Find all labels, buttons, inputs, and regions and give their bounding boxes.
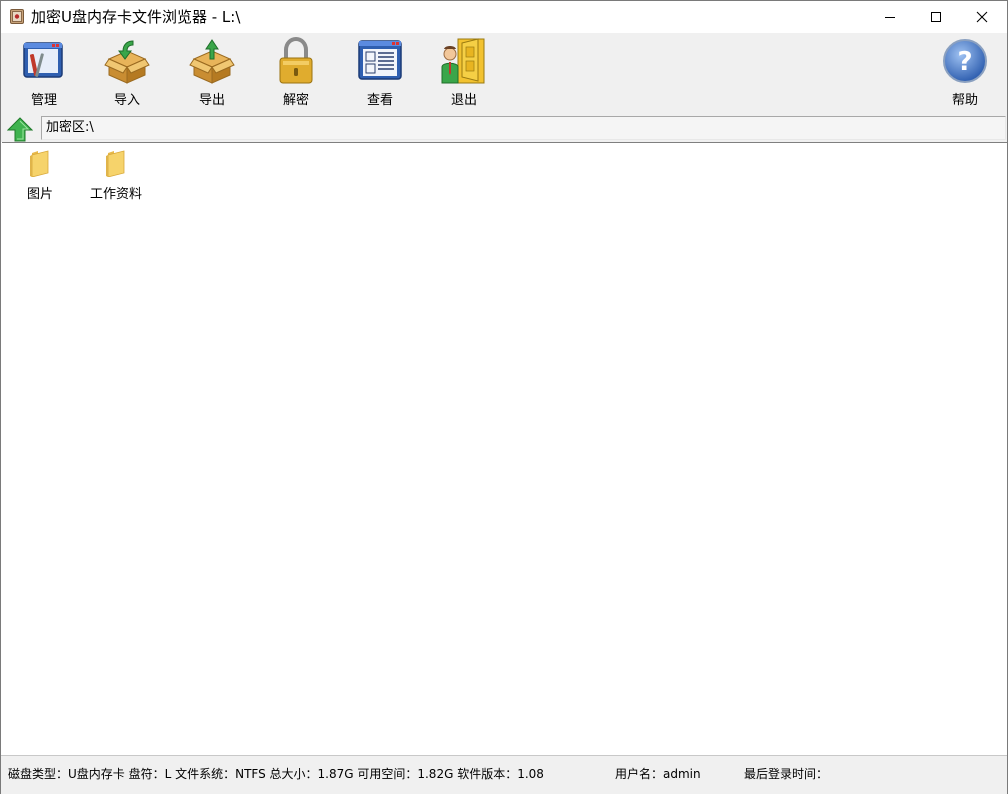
export-box-icon [189,39,235,84]
toolbar-exit-button[interactable]: 退出 [431,37,497,111]
toolbar-help-label: 帮助 [951,93,978,108]
minimize-icon [885,17,895,18]
path-bar: 加密区:\ [1,115,1007,142]
current-path: 加密区:\ [46,120,94,135]
close-button[interactable] [959,1,1005,33]
toolbar: 管理 导入 导出 解密 查看 退出 ? 帮助 [1,33,1007,115]
folder-item-pictures[interactable]: 图片 [5,149,75,202]
svg-text:?: ? [957,47,972,77]
import-box-icon [104,40,150,84]
up-arrow-icon [6,117,34,142]
toolbar-export-button[interactable]: 导出 [179,37,245,111]
path-field[interactable]: 加密区:\ [41,116,1006,140]
toolbar-export-label: 导出 [198,93,225,108]
view-document-icon [358,40,402,80]
status-last-login: 最后登录时间： [744,767,829,781]
toolbar-help-button[interactable]: ? 帮助 [932,37,998,111]
status-username: 用户名：admin [615,767,701,781]
manage-icon [23,42,63,78]
toolbar-manage-label: 管理 [30,93,57,108]
toolbar-view-button[interactable]: 查看 [347,37,413,111]
maximize-button[interactable] [913,1,959,33]
file-list[interactable]: 图片 工作资料 [2,142,1007,755]
toolbar-view-label: 查看 [366,93,393,108]
up-folder-button[interactable] [6,117,34,143]
folder-item-work-documents[interactable]: 工作资料 [81,149,151,202]
minimize-button[interactable] [867,1,913,33]
toolbar-import-button[interactable]: 导入 [94,37,160,111]
maximize-icon [931,12,941,22]
app-safe-icon [10,9,24,24]
toolbar-exit-label: 退出 [450,93,477,108]
toolbar-decrypt-label: 解密 [282,93,309,108]
toolbar-manage-button[interactable]: 管理 [11,37,77,111]
toolbar-decrypt-button[interactable]: 解密 [263,37,329,111]
help-icon: ? [943,39,987,83]
folder-icon [30,150,49,177]
toolbar-import-label: 导入 [113,93,140,108]
close-icon [976,11,988,23]
title-bar[interactable]: 加密U盘内存卡文件浏览器 - L:\ [1,1,1007,33]
status-bar: 磁盘类型：U盘内存卡 盘符：L 文件系统：NTFS 总大小：1.87G 可用空间… [1,755,1007,794]
window-title: 加密U盘内存卡文件浏览器 - L:\ [31,8,241,26]
folder-label: 工作资料 [89,187,142,202]
status-disk-info: 磁盘类型：U盘内存卡 盘符：L 文件系统：NTFS 总大小：1.87G 可用空间… [8,767,544,781]
padlock-icon [279,37,313,84]
folder-icon [106,150,125,177]
folder-label: 图片 [26,187,53,202]
exit-door-icon [441,38,485,84]
main-window: 加密U盘内存卡文件浏览器 - L:\ 管理 导入 导出 解密 查看 退出 ? 帮… [0,0,1008,794]
